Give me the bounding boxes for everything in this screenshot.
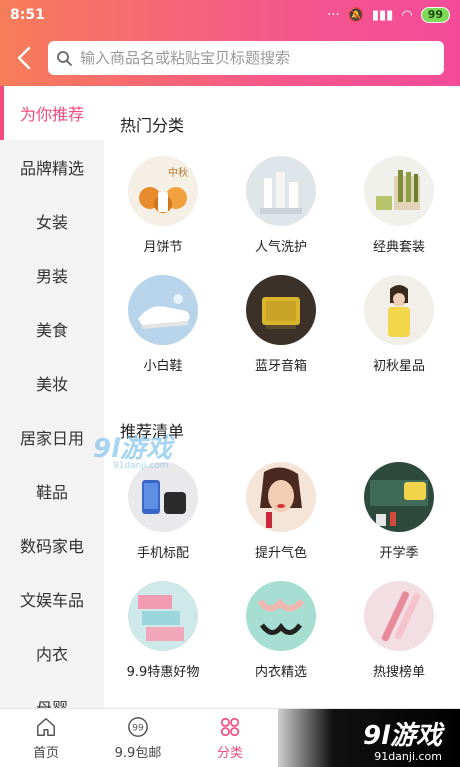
search-input[interactable]	[80, 49, 444, 67]
sidebar-item-label: 品牌精选	[19, 159, 84, 178]
sidebar-item-label: 文娱车品	[19, 591, 84, 610]
chevron-left-icon	[17, 46, 31, 70]
svg-text:99: 99	[132, 722, 144, 733]
category-item-speaker[interactable]: 蓝牙音箱	[222, 275, 340, 374]
category-item-trending[interactable]: 热搜榜单	[340, 581, 458, 680]
category-icon	[220, 717, 240, 736]
back-to-school-photo	[364, 462, 434, 532]
signal-icon: ▮▮▮	[371, 7, 394, 23]
category-item-makeup[interactable]: 提升气色	[222, 462, 340, 561]
sidebar-item-men[interactable]: 男装	[0, 248, 104, 302]
tissue-pack-photo	[128, 581, 198, 651]
hot-categories-grid: 中秋 月饼节 人气洗护 经典套装 小白鞋 蓝牙音箱 初秋星品	[104, 156, 460, 374]
category-item-lingerie[interactable]: 内衣精选	[222, 581, 340, 680]
white-sneaker-photo	[128, 275, 198, 345]
sidebar-item-label: 母婴	[36, 695, 68, 708]
category-label: 手机标配	[136, 546, 189, 561]
category-label: 9.9特惠好物	[126, 665, 200, 680]
phone-accessory-photo	[128, 462, 198, 532]
sidebar-item-women[interactable]: 女装	[0, 194, 104, 248]
nav-category[interactable]: 分类	[184, 709, 276, 767]
sidebar-item-label: 鞋品	[35, 483, 68, 502]
status-time: 8:51	[10, 7, 45, 23]
category-item-skincare[interactable]: 人气洗护	[222, 156, 340, 255]
status-bar: 8:51 ··· 🔕 ▮▮▮ ◠ 99	[0, 0, 460, 30]
corner-logo-text: 9l游戏	[362, 720, 442, 751]
sidebar-item-baby[interactable]: 母婴	[0, 680, 104, 708]
category-item-gift-set[interactable]: 经典套装	[340, 156, 458, 255]
category-label: 人气洗护	[254, 240, 307, 255]
nav-free-shipping[interactable]: 99 9.9包邮	[92, 709, 184, 767]
autumn-fashion-photo	[364, 275, 434, 345]
sidebar-item-entertainment[interactable]: 文娱车品	[0, 572, 104, 626]
nav-label: 9.9包邮	[114, 745, 162, 761]
category-label: 提升气色	[254, 546, 307, 561]
lingerie-photo	[246, 581, 316, 651]
sidebar-item-label: 为你推荐	[19, 105, 84, 124]
category-item-sneakers[interactable]: 小白鞋	[104, 275, 222, 374]
category-label: 内衣精选	[254, 665, 307, 680]
sidebar-item-label: 数码家电	[19, 537, 84, 556]
category-item-phone-accessories[interactable]: 手机标配	[104, 462, 222, 561]
sidebar-item-label: 美妆	[35, 375, 68, 394]
gift-set-photo	[364, 156, 434, 226]
bottom-nav: 首页 99 9.9包邮 分类 9l游戏 91danji.com	[0, 708, 460, 767]
wifi-icon: ◠	[401, 7, 413, 23]
category-content: 热门分类 中秋 月饼节 人气洗护 经典套装 小白鞋 蓝牙音箱 初秋星品 推荐清单…	[104, 86, 460, 708]
header	[0, 30, 460, 86]
category-label: 开学季	[379, 546, 419, 561]
category-label: 小白鞋	[143, 359, 183, 374]
sidebar-item-label: 美食	[35, 321, 68, 340]
back-button[interactable]	[0, 30, 48, 86]
mute-bell-icon: 🔕	[347, 7, 364, 23]
sidebar-item-underwear[interactable]: 内衣	[0, 626, 104, 680]
category-label: 月饼节	[143, 240, 183, 255]
sidebar-item-beauty[interactable]: 美妆	[0, 356, 104, 410]
nav-label: 分类	[216, 745, 243, 761]
sidebar-item-recommend[interactable]: 为你推荐	[0, 86, 104, 140]
sidebar-item-label: 男装	[35, 267, 68, 286]
corner-watermark-logo: 9l游戏 91danji.com	[278, 709, 460, 767]
category-label: 蓝牙音箱	[254, 359, 307, 374]
nav-label: 首页	[32, 745, 59, 761]
category-sidebar: 为你推荐 品牌精选 女装 男装 美食 美妆 居家日用 鞋品 数码家电 文娱车品 …	[0, 86, 104, 708]
bluetooth-speaker-photo	[246, 275, 316, 345]
electric-toothbrush-photo	[364, 581, 434, 651]
svg-text:中秋: 中秋	[168, 166, 188, 179]
home-icon	[37, 717, 55, 736]
sidebar-item-label: 居家日用	[19, 429, 84, 448]
status-icons: ··· 🔕 ▮▮▮ ◠ 99	[327, 7, 450, 23]
search-bar[interactable]	[48, 41, 444, 75]
sidebar-item-digital[interactable]: 数码家电	[0, 518, 104, 572]
category-label: 经典套装	[372, 240, 425, 255]
sidebar-item-label: 女装	[35, 213, 68, 232]
recommended-lists-grid: 手机标配 提升气色 开学季 9.9特惠好物 内衣精选 热搜榜单	[104, 462, 460, 680]
category-item-back-to-school[interactable]: 开学季	[340, 462, 458, 561]
nine-nine-icon: 99	[128, 716, 148, 737]
sidebar-item-shoes[interactable]: 鞋品	[0, 464, 104, 518]
nav-home[interactable]: 首页	[0, 709, 92, 767]
mooncake-photo: 中秋	[128, 156, 198, 226]
sidebar-item-label: 内衣	[35, 645, 68, 664]
sidebar-item-brands[interactable]: 品牌精选	[0, 140, 104, 194]
more-icon: ···	[327, 7, 340, 23]
watermark-subtext: 91danji.com	[113, 461, 169, 471]
sidebar-item-home[interactable]: 居家日用	[0, 410, 104, 464]
category-label: 热搜榜单	[372, 665, 425, 680]
category-item-autumn[interactable]: 初秋星品	[340, 275, 458, 374]
makeup-model-photo	[246, 462, 316, 532]
watermark-logo: 9l游戏 91danji.com	[93, 428, 172, 471]
battery-icon: 99	[420, 7, 450, 23]
category-label: 初秋星品	[372, 359, 425, 374]
search-icon	[57, 51, 72, 66]
sidebar-item-food[interactable]: 美食	[0, 302, 104, 356]
category-item-mooncake[interactable]: 中秋 月饼节	[104, 156, 222, 255]
hot-categories-title: 热门分类	[120, 116, 185, 135]
category-item-deals[interactable]: 9.9特惠好物	[104, 581, 222, 680]
skincare-bottles-photo	[246, 156, 316, 226]
corner-logo-subtext: 91danji.com	[374, 749, 442, 763]
watermark-text: 9l游戏	[93, 434, 173, 464]
